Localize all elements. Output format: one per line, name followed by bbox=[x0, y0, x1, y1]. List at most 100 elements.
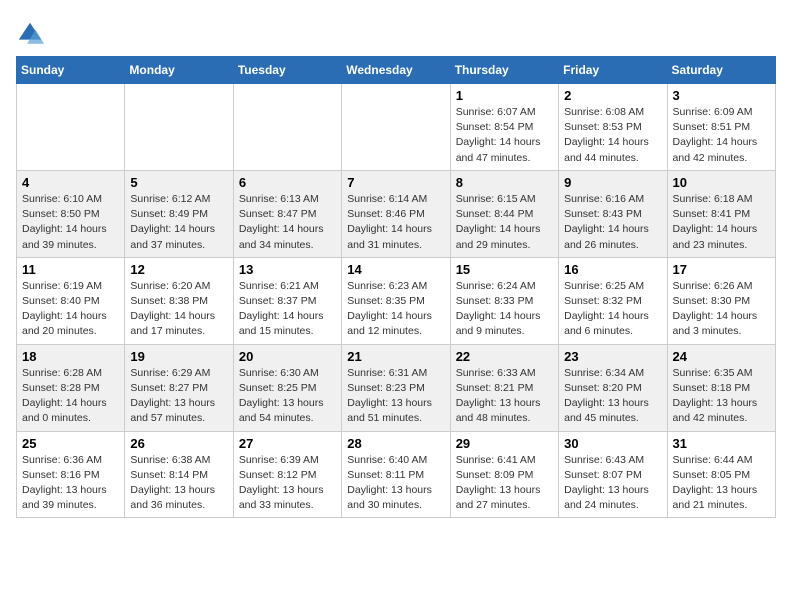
weekday-header-cell: Saturday bbox=[667, 57, 775, 84]
logo bbox=[16, 16, 48, 48]
weekday-header-cell: Monday bbox=[125, 57, 233, 84]
calendar-cell: 3 Sunrise: 6:09 AM Sunset: 8:51 PM Daylig… bbox=[667, 84, 775, 171]
day-number: 7 bbox=[347, 175, 444, 190]
calendar-cell bbox=[233, 84, 341, 171]
day-number: 21 bbox=[347, 349, 444, 364]
calendar-body: 1 Sunrise: 6:07 AM Sunset: 8:54 PM Daylig… bbox=[17, 84, 776, 518]
day-info: Sunrise: 6:30 AM Sunset: 8:25 PM Dayligh… bbox=[239, 366, 336, 427]
weekday-header-cell: Friday bbox=[559, 57, 667, 84]
calendar-cell: 4 Sunrise: 6:10 AM Sunset: 8:50 PM Daylig… bbox=[17, 170, 125, 257]
day-number: 1 bbox=[456, 88, 553, 103]
day-number: 30 bbox=[564, 436, 661, 451]
day-number: 3 bbox=[673, 88, 770, 103]
day-number: 27 bbox=[239, 436, 336, 451]
calendar-cell: 5 Sunrise: 6:12 AM Sunset: 8:49 PM Daylig… bbox=[125, 170, 233, 257]
calendar-cell: 12 Sunrise: 6:20 AM Sunset: 8:38 PM Dayli… bbox=[125, 257, 233, 344]
day-info: Sunrise: 6:41 AM Sunset: 8:09 PM Dayligh… bbox=[456, 453, 553, 514]
day-info: Sunrise: 6:31 AM Sunset: 8:23 PM Dayligh… bbox=[347, 366, 444, 427]
calendar-cell: 9Sunrise: 6:16 AM Sunset: 8:43 PM Daylig… bbox=[559, 170, 667, 257]
day-info: Sunrise: 6:34 AM Sunset: 8:20 PM Dayligh… bbox=[564, 366, 661, 427]
calendar-cell: 8 Sunrise: 6:15 AM Sunset: 8:44 PM Daylig… bbox=[450, 170, 558, 257]
day-number: 8 bbox=[456, 175, 553, 190]
weekday-header-cell: Thursday bbox=[450, 57, 558, 84]
calendar-cell: 20 Sunrise: 6:30 AM Sunset: 8:25 PM Dayli… bbox=[233, 344, 341, 431]
day-info: Sunrise: 6:14 AM Sunset: 8:46 PM Dayligh… bbox=[347, 192, 444, 253]
day-info: Sunrise: 6:13 AM Sunset: 8:47 PM Dayligh… bbox=[239, 192, 336, 253]
calendar-cell bbox=[125, 84, 233, 171]
calendar-cell: 10 Sunrise: 6:18 AM Sunset: 8:41 PM Dayli… bbox=[667, 170, 775, 257]
calendar-cell: 24 Sunrise: 6:35 AM Sunset: 8:18 PM Dayli… bbox=[667, 344, 775, 431]
weekday-header-cell: Sunday bbox=[17, 57, 125, 84]
day-number: 18 bbox=[22, 349, 119, 364]
calendar-cell: 26Sunrise: 6:38 AM Sunset: 8:14 PM Dayli… bbox=[125, 431, 233, 518]
day-number: 20 bbox=[239, 349, 336, 364]
day-number: 5 bbox=[130, 175, 227, 190]
day-number: 6 bbox=[239, 175, 336, 190]
day-info: Sunrise: 6:24 AM Sunset: 8:33 PM Dayligh… bbox=[456, 279, 553, 340]
calendar-cell: 21 Sunrise: 6:31 AM Sunset: 8:23 PM Dayli… bbox=[342, 344, 450, 431]
day-number: 22 bbox=[456, 349, 553, 364]
day-number: 23 bbox=[564, 349, 661, 364]
day-info: Sunrise: 6:07 AM Sunset: 8:54 PM Dayligh… bbox=[456, 105, 553, 166]
weekday-header-cell: Wednesday bbox=[342, 57, 450, 84]
day-info: Sunrise: 6:35 AM Sunset: 8:18 PM Dayligh… bbox=[673, 366, 770, 427]
calendar-week-row: 25Sunrise: 6:36 AM Sunset: 8:16 PM Dayli… bbox=[17, 431, 776, 518]
calendar-cell: 15Sunrise: 6:24 AM Sunset: 8:33 PM Dayli… bbox=[450, 257, 558, 344]
calendar-cell: 25Sunrise: 6:36 AM Sunset: 8:16 PM Dayli… bbox=[17, 431, 125, 518]
calendar-cell: 29 Sunrise: 6:41 AM Sunset: 8:09 PM Dayli… bbox=[450, 431, 558, 518]
day-number: 29 bbox=[456, 436, 553, 451]
day-number: 31 bbox=[673, 436, 770, 451]
day-number: 25 bbox=[22, 436, 119, 451]
day-info: Sunrise: 6:15 AM Sunset: 8:44 PM Dayligh… bbox=[456, 192, 553, 253]
calendar-cell bbox=[342, 84, 450, 171]
calendar-cell: 18 Sunrise: 6:28 AM Sunset: 8:28 PM Dayli… bbox=[17, 344, 125, 431]
day-info: Sunrise: 6:29 AM Sunset: 8:27 PM Dayligh… bbox=[130, 366, 227, 427]
header bbox=[16, 16, 776, 48]
day-info: Sunrise: 6:20 AM Sunset: 8:38 PM Dayligh… bbox=[130, 279, 227, 340]
weekday-header-cell: Tuesday bbox=[233, 57, 341, 84]
day-number: 14 bbox=[347, 262, 444, 277]
day-number: 16 bbox=[564, 262, 661, 277]
logo-icon bbox=[16, 20, 44, 48]
calendar-week-row: 4 Sunrise: 6:10 AM Sunset: 8:50 PM Daylig… bbox=[17, 170, 776, 257]
day-info: Sunrise: 6:25 AM Sunset: 8:32 PM Dayligh… bbox=[564, 279, 661, 340]
day-info: Sunrise: 6:09 AM Sunset: 8:51 PM Dayligh… bbox=[673, 105, 770, 166]
day-info: Sunrise: 6:16 AM Sunset: 8:43 PM Dayligh… bbox=[564, 192, 661, 253]
calendar-cell: 19 Sunrise: 6:29 AM Sunset: 8:27 PM Dayli… bbox=[125, 344, 233, 431]
calendar-cell: 11Sunrise: 6:19 AM Sunset: 8:40 PM Dayli… bbox=[17, 257, 125, 344]
calendar-week-row: 11Sunrise: 6:19 AM Sunset: 8:40 PM Dayli… bbox=[17, 257, 776, 344]
calendar-cell: 31 Sunrise: 6:44 AM Sunset: 8:05 PM Dayli… bbox=[667, 431, 775, 518]
day-info: Sunrise: 6:33 AM Sunset: 8:21 PM Dayligh… bbox=[456, 366, 553, 427]
calendar: SundayMondayTuesdayWednesdayThursdayFrid… bbox=[16, 56, 776, 518]
calendar-week-row: 18 Sunrise: 6:28 AM Sunset: 8:28 PM Dayli… bbox=[17, 344, 776, 431]
day-info: Sunrise: 6:44 AM Sunset: 8:05 PM Dayligh… bbox=[673, 453, 770, 514]
day-info: Sunrise: 6:39 AM Sunset: 8:12 PM Dayligh… bbox=[239, 453, 336, 514]
day-info: Sunrise: 6:10 AM Sunset: 8:50 PM Dayligh… bbox=[22, 192, 119, 253]
day-info: Sunrise: 6:26 AM Sunset: 8:30 PM Dayligh… bbox=[673, 279, 770, 340]
calendar-cell: 23 Sunrise: 6:34 AM Sunset: 8:20 PM Dayli… bbox=[559, 344, 667, 431]
day-number: 28 bbox=[347, 436, 444, 451]
day-number: 12 bbox=[130, 262, 227, 277]
day-number: 19 bbox=[130, 349, 227, 364]
calendar-cell: 22 Sunrise: 6:33 AM Sunset: 8:21 PM Dayli… bbox=[450, 344, 558, 431]
calendar-cell: 6 Sunrise: 6:13 AM Sunset: 8:47 PM Daylig… bbox=[233, 170, 341, 257]
calendar-cell: 17Sunrise: 6:26 AM Sunset: 8:30 PM Dayli… bbox=[667, 257, 775, 344]
day-info: Sunrise: 6:18 AM Sunset: 8:41 PM Dayligh… bbox=[673, 192, 770, 253]
calendar-cell: 1 Sunrise: 6:07 AM Sunset: 8:54 PM Daylig… bbox=[450, 84, 558, 171]
day-number: 10 bbox=[673, 175, 770, 190]
day-info: Sunrise: 6:23 AM Sunset: 8:35 PM Dayligh… bbox=[347, 279, 444, 340]
day-info: Sunrise: 6:21 AM Sunset: 8:37 PM Dayligh… bbox=[239, 279, 336, 340]
calendar-cell: 28Sunrise: 6:40 AM Sunset: 8:11 PM Dayli… bbox=[342, 431, 450, 518]
day-info: Sunrise: 6:28 AM Sunset: 8:28 PM Dayligh… bbox=[22, 366, 119, 427]
day-info: Sunrise: 6:19 AM Sunset: 8:40 PM Dayligh… bbox=[22, 279, 119, 340]
day-info: Sunrise: 6:43 AM Sunset: 8:07 PM Dayligh… bbox=[564, 453, 661, 514]
day-number: 13 bbox=[239, 262, 336, 277]
day-number: 4 bbox=[22, 175, 119, 190]
calendar-cell: 13 Sunrise: 6:21 AM Sunset: 8:37 PM Dayli… bbox=[233, 257, 341, 344]
calendar-cell bbox=[17, 84, 125, 171]
day-number: 24 bbox=[673, 349, 770, 364]
weekday-header-row: SundayMondayTuesdayWednesdayThursdayFrid… bbox=[17, 57, 776, 84]
day-info: Sunrise: 6:38 AM Sunset: 8:14 PM Dayligh… bbox=[130, 453, 227, 514]
calendar-cell: 16 Sunrise: 6:25 AM Sunset: 8:32 PM Dayli… bbox=[559, 257, 667, 344]
day-info: Sunrise: 6:12 AM Sunset: 8:49 PM Dayligh… bbox=[130, 192, 227, 253]
